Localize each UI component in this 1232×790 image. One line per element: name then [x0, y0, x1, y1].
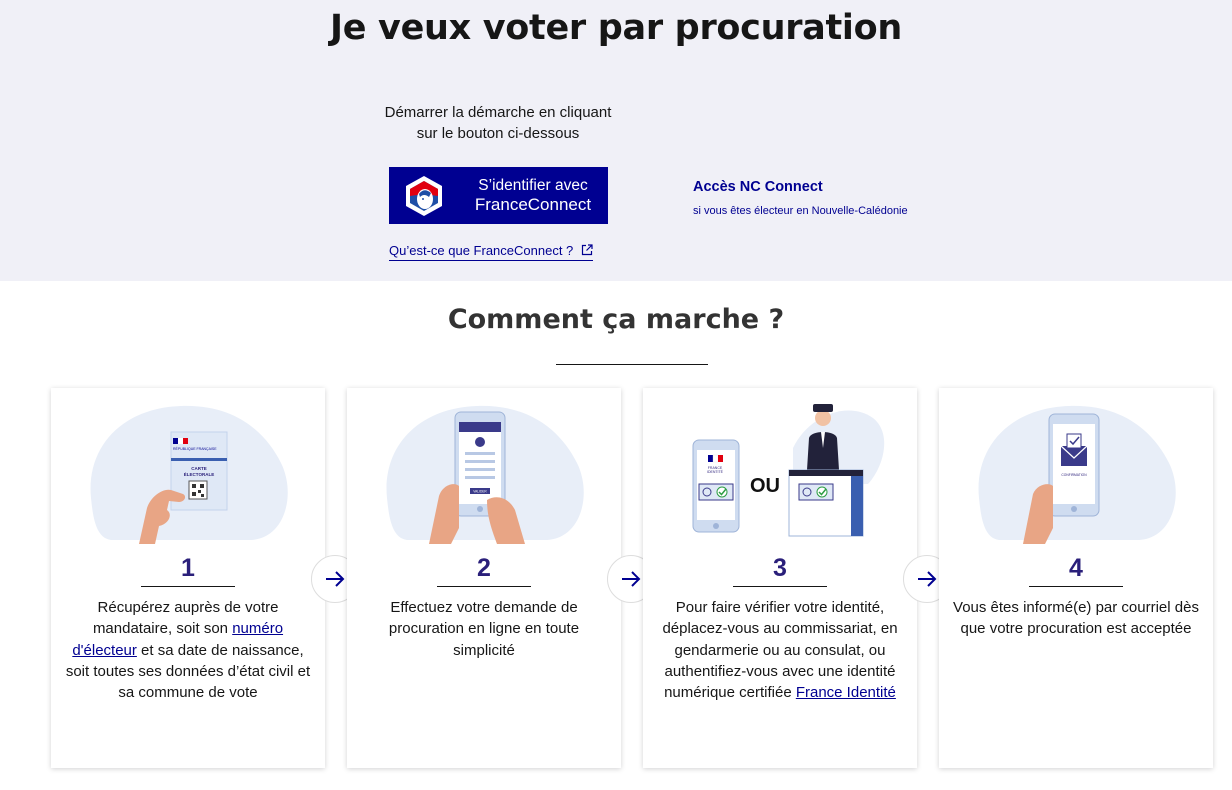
franceconnect-help-label: Qu’est-ce que FranceConnect ? [389, 243, 574, 258]
step-description-4: Vous êtes informé(e) par courriel dès qu… [953, 599, 1199, 638]
online-request-illustration: VALIDER [386, 405, 584, 544]
step-number-divider [141, 586, 235, 587]
hero-instructions: Démarrer la démarche en cliquant sur le … [360, 102, 636, 144]
step-description-3: Pour faire vérifier votre identité, dépl… [655, 597, 905, 703]
step-card-4: CONFIRMATION 4 Vous êtes informé(e) par … [939, 388, 1213, 768]
external-link-icon [581, 244, 593, 256]
franceconnect-label: S’identifier avec FranceConnect [463, 176, 603, 214]
franceconnect-button[interactable]: S’identifier avec FranceConnect [389, 167, 608, 224]
step-number-divider [733, 586, 827, 587]
card-title-line-2: ÉLECTORALE [184, 470, 214, 477]
hero-section: Je veux voter par procuration Démarrer l… [0, 0, 1232, 281]
arrow-right-icon [918, 571, 937, 587]
envelope-confirmation-label: CONFIRMATION [1061, 473, 1087, 477]
franceconnect-label-line-2: FranceConnect [474, 195, 592, 214]
step-number-divider [437, 586, 531, 587]
step-description-1: Récupérez auprès de votre mandataire, so… [63, 597, 313, 703]
franceconnect-help-link[interactable]: Qu’est-ce que FranceConnect ? [389, 243, 593, 261]
france-connect-logo-icon [406, 176, 442, 216]
instructions-line-2: sur le bouton ci-dessous [416, 125, 580, 142]
arrow-right-icon [326, 571, 345, 587]
step-number-2: 2 [477, 554, 491, 582]
instructions-line-1: Démarrer la démarche en cliquant [384, 104, 612, 121]
step-description-2: Effectuez votre demande de procuration e… [388, 599, 580, 659]
step-number-3: 3 [773, 554, 787, 582]
arrow-right-icon [622, 571, 641, 587]
phone-identite-label: IDENTITÉ [707, 469, 724, 474]
step-card-2: VALIDER 2 Effectuez votre demande de pro… [347, 388, 621, 768]
voter-card-illustration: RÉPUBLIQUE FRANÇAISE CARTE ÉLECTORALE [90, 405, 288, 544]
nc-connect-link[interactable]: Accès NC Connect [693, 179, 823, 195]
section-divider [556, 364, 708, 365]
how-it-works-title: Comment ça marche ? [447, 304, 785, 335]
nc-connect-subtitle: si vous êtes électeur en Nouvelle-Calédo… [693, 205, 908, 217]
page-title: Je veux voter par procuration [330, 8, 902, 48]
step-number-1: 1 [181, 554, 195, 582]
card-title-line-1: CARTE [191, 466, 207, 471]
identity-check-illustration: FRANCE IDENTITÉ OU [692, 404, 885, 537]
or-label: OU [750, 475, 780, 497]
step-card-1: RÉPUBLIQUE FRANÇAISE CARTE ÉLECTORALE 1 … [51, 388, 325, 768]
france-identite-link[interactable]: France Identité [796, 684, 896, 701]
card-republic-text: RÉPUBLIQUE FRANÇAISE [173, 446, 217, 451]
step-number-4: 4 [1069, 554, 1083, 582]
phone-validate-label: VALIDER [473, 490, 487, 494]
step-number-divider [1029, 586, 1123, 587]
franceconnect-label-line-1: S’identifier avec [478, 177, 588, 194]
step-card-3: FRANCE IDENTITÉ OU 3 Pour faire vérifier… [643, 388, 917, 768]
email-confirmation-illustration: CONFIRMATION [978, 405, 1176, 544]
